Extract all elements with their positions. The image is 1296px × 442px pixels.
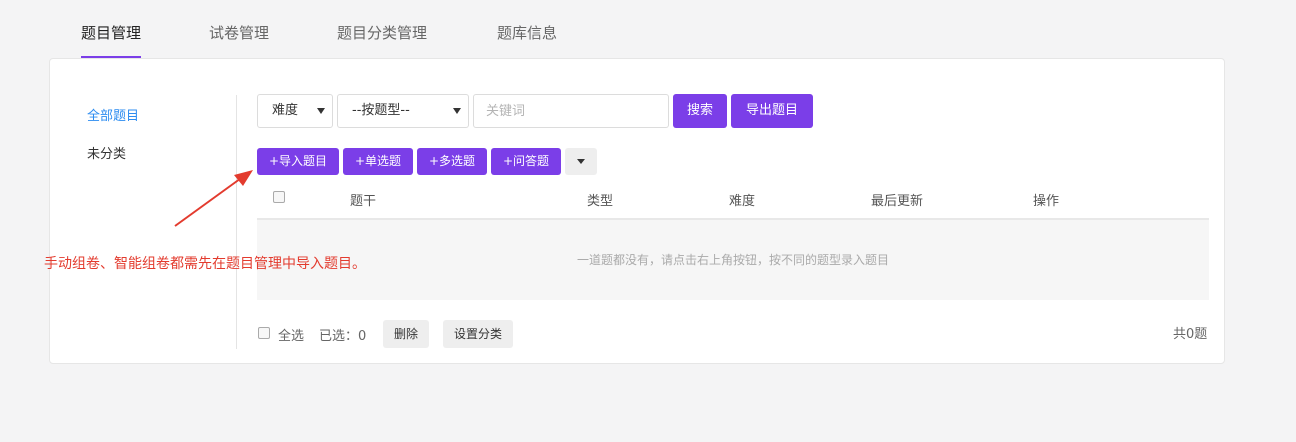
annotation-arrow-icon [174,170,253,227]
annotation-text: 手动组卷、智能组卷都需先在题目管理中导入题目。 [44,256,366,272]
